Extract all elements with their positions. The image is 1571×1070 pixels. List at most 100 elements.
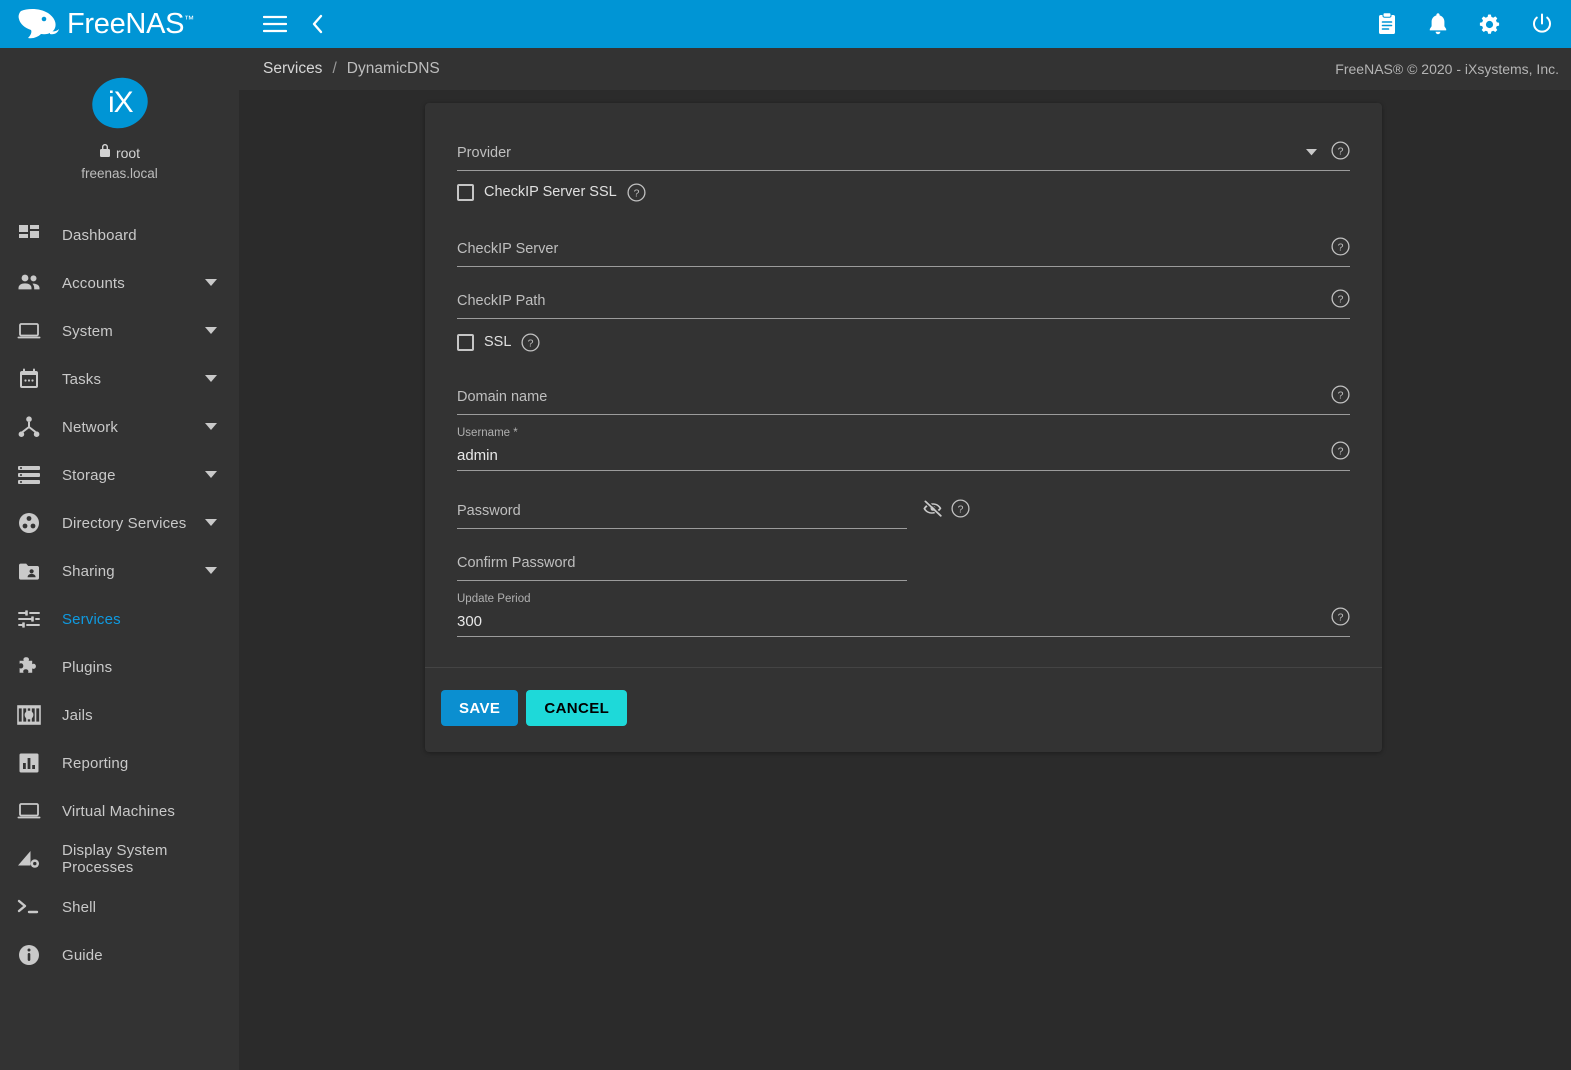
- sidebar-item-label: Virtual Machines: [62, 803, 175, 820]
- settings-gear-icon[interactable]: [1478, 13, 1501, 36]
- directory-services-icon: [12, 509, 46, 537]
- laptop-icon: [12, 797, 46, 825]
- sidebar-item-dashboard[interactable]: Dashboard: [0, 211, 239, 259]
- sidebar-item-label: Storage: [62, 467, 116, 484]
- sidebar-item-guide[interactable]: Guide: [0, 931, 239, 979]
- sidebar-item-plugins[interactable]: Plugins: [0, 643, 239, 691]
- sidebar-item-label: Plugins: [62, 659, 112, 676]
- cancel-button[interactable]: CANCEL: [526, 690, 627, 726]
- breadcrumb-services[interactable]: Services: [263, 60, 322, 78]
- sidebar-item-label: Accounts: [62, 275, 125, 292]
- svg-text:?: ?: [958, 503, 964, 515]
- field-confirm-password: Confirm Password: [441, 537, 1366, 581]
- sidebar-item-label: Directory Services: [62, 515, 186, 532]
- chevron-down-icon[interactable]: [205, 370, 217, 388]
- people-icon: [12, 269, 46, 297]
- update-period-label: Update Period: [457, 593, 531, 605]
- topbar-right-controls: [1376, 12, 1553, 36]
- sidebar-item-label: Sharing: [62, 563, 115, 580]
- sidebar-item-network[interactable]: Network: [0, 403, 239, 451]
- sidebar-item-system[interactable]: System: [0, 307, 239, 355]
- chevron-left-icon[interactable]: [311, 14, 325, 34]
- sidebar-item-shell[interactable]: Shell: [0, 883, 239, 931]
- sidebar-item-label: Network: [62, 419, 118, 436]
- field-username: Username * admin ?: [441, 423, 1366, 471]
- sidebar-item-label: Display System Processes: [62, 842, 239, 876]
- sidebar-nav: Dashboard Accounts System: [0, 211, 239, 979]
- sidebar-item-display-system-processes[interactable]: Display System Processes: [0, 835, 239, 883]
- breadcrumb-bar: Services / DynamicDNS FreeNAS® © 2020 - …: [239, 48, 1571, 90]
- field-provider: Provider ?: [441, 127, 1366, 171]
- help-icon[interactable]: ?: [1331, 385, 1350, 409]
- info-icon: [12, 941, 46, 969]
- provider-label: Provider: [457, 145, 511, 161]
- help-icon[interactable]: ?: [627, 183, 646, 202]
- sidebar-item-jails[interactable]: Jails: [0, 691, 239, 739]
- help-icon[interactable]: ?: [1331, 607, 1350, 631]
- dashboard-icon: [12, 221, 46, 249]
- help-icon[interactable]: ?: [1331, 237, 1350, 261]
- tasks-clipboard-icon[interactable]: [1376, 12, 1398, 36]
- username-input[interactable]: admin: [457, 447, 498, 464]
- help-icon[interactable]: ?: [951, 499, 970, 523]
- tune-icon: [12, 605, 46, 633]
- svg-text:?: ?: [1338, 611, 1344, 623]
- checkip-path-label: CheckIP Path: [457, 293, 545, 309]
- breadcrumb-current: DynamicDNS: [347, 60, 440, 78]
- help-icon[interactable]: ?: [1331, 289, 1350, 313]
- username-display: root: [116, 145, 140, 161]
- hamburger-menu-icon[interactable]: [263, 15, 287, 33]
- puzzle-icon: [12, 653, 46, 681]
- brand-name-text: FreeNAS: [67, 8, 184, 40]
- sidebar-item-accounts[interactable]: Accounts: [0, 259, 239, 307]
- username-label: Username *: [457, 427, 518, 439]
- chevron-down-icon[interactable]: [205, 514, 217, 532]
- topbar: [239, 0, 1571, 48]
- svg-text:?: ?: [1338, 445, 1344, 457]
- password-label: Password: [457, 503, 521, 519]
- help-icon[interactable]: ?: [521, 333, 540, 352]
- sidebar-item-label: Shell: [62, 899, 96, 916]
- sidebar-item-sharing[interactable]: Sharing: [0, 547, 239, 595]
- domain-name-label: Domain name: [457, 389, 547, 405]
- sidebar-item-tasks[interactable]: Tasks: [0, 355, 239, 403]
- content-area: Provider ? CheckIP S: [239, 90, 1571, 1070]
- network-icon: [12, 413, 46, 441]
- sidebar-item-label: Jails: [62, 707, 93, 724]
- sidebar-item-reporting[interactable]: Reporting: [0, 739, 239, 787]
- sidebar-item-services[interactable]: Services: [0, 595, 239, 643]
- chevron-down-icon[interactable]: [205, 274, 217, 292]
- power-icon[interactable]: [1531, 13, 1553, 35]
- help-icon[interactable]: ?: [1331, 141, 1350, 165]
- confirm-password-label: Confirm Password: [457, 555, 575, 571]
- ix-avatar: iX: [85, 71, 154, 136]
- ssl-checkbox[interactable]: [457, 334, 474, 351]
- freenas-mark-icon: [14, 7, 60, 41]
- app-root: FreeNAS™ iX root freenas.local Dashboard: [0, 0, 1571, 1070]
- save-button[interactable]: SAVE: [441, 690, 518, 726]
- chevron-down-icon[interactable]: [205, 322, 217, 340]
- freenas-logo: FreeNAS™: [14, 7, 194, 41]
- chevron-down-icon[interactable]: [205, 466, 217, 484]
- notifications-bell-icon[interactable]: [1428, 12, 1448, 36]
- sidebar-item-storage[interactable]: Storage: [0, 451, 239, 499]
- sidebar: FreeNAS™ iX root freenas.local Dashboard: [0, 0, 239, 1070]
- breadcrumb-separator: /: [332, 60, 336, 78]
- svg-text:?: ?: [528, 337, 534, 349]
- field-update-period: Update Period 300 ?: [441, 589, 1366, 637]
- visibility-off-icon[interactable]: [922, 499, 944, 523]
- help-icon[interactable]: ?: [1331, 441, 1350, 465]
- field-password: Password ?: [441, 485, 1366, 529]
- chevron-down-icon[interactable]: [1306, 143, 1317, 161]
- dynamicdns-form-card: Provider ? CheckIP S: [425, 103, 1382, 752]
- user-row: root: [99, 144, 140, 161]
- laptop-icon: [12, 317, 46, 345]
- sidebar-item-directory-services[interactable]: Directory Services: [0, 499, 239, 547]
- sidebar-item-virtual-machines[interactable]: Virtual Machines: [0, 787, 239, 835]
- update-period-input[interactable]: 300: [457, 613, 482, 630]
- chevron-down-icon[interactable]: [205, 562, 217, 580]
- calendar-icon: [12, 365, 46, 393]
- copyright-text: FreeNAS® © 2020 - iXsystems, Inc.: [1335, 61, 1559, 77]
- chevron-down-icon[interactable]: [205, 418, 217, 436]
- checkip-server-ssl-checkbox[interactable]: [457, 184, 474, 201]
